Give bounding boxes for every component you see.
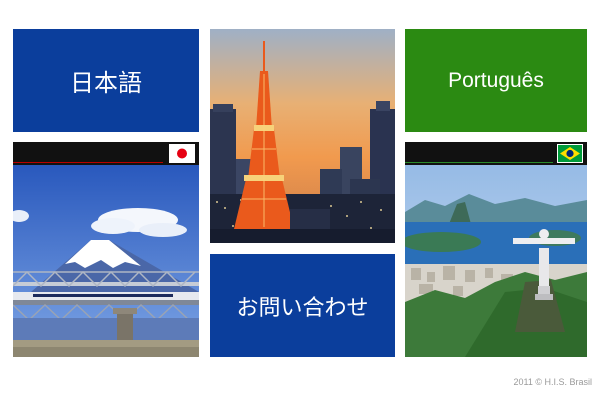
portuguese-language-button[interactable]: Português xyxy=(405,29,587,132)
home-page: 日本語 Português お問い合わせ 2011 © H.I.S. Brasi… xyxy=(0,0,600,400)
flag-bar-line xyxy=(13,162,163,163)
portuguese-language-label: Português xyxy=(448,68,544,92)
japan-flag-icon xyxy=(169,144,195,163)
flag-bar xyxy=(405,142,587,165)
tokyo-tower-photo xyxy=(210,29,395,243)
copyright-footer: 2011 © H.I.S. Brasil xyxy=(513,377,593,387)
mount-fuji-photo xyxy=(13,142,199,357)
contact-label: お問い合わせ xyxy=(236,295,369,321)
flag-bar-line xyxy=(405,162,553,163)
brazil-flag-icon xyxy=(557,144,583,163)
japanese-language-button[interactable]: 日本語 xyxy=(13,29,199,132)
contact-button[interactable]: お問い合わせ xyxy=(210,254,395,357)
rio-de-janeiro-photo xyxy=(405,142,587,357)
flag-bar xyxy=(13,142,199,165)
japanese-language-label: 日本語 xyxy=(70,69,142,97)
